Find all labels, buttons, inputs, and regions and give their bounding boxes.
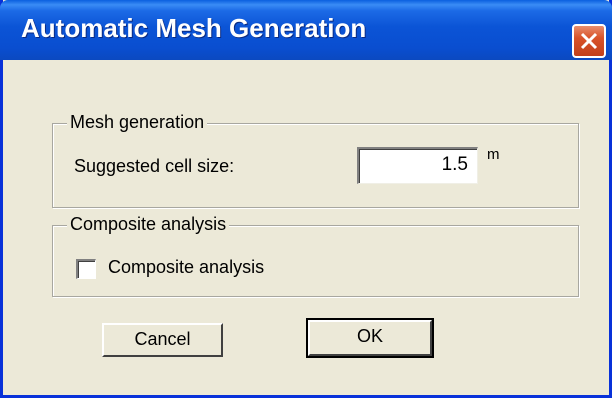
ok-button[interactable]: OK <box>306 318 434 358</box>
mesh-generation-legend: Mesh generation <box>67 112 208 133</box>
cancel-button-label: Cancel <box>134 329 191 349</box>
cell-size-input[interactable]: 1.5 <box>357 147 478 184</box>
title-bar[interactable]: Automatic Mesh Generation <box>0 0 612 60</box>
cell-size-unit: m <box>487 146 500 163</box>
close-icon <box>580 32 598 50</box>
close-button[interactable] <box>572 24 606 58</box>
cancel-button[interactable]: Cancel <box>102 323 223 357</box>
ok-button-label: OK <box>356 326 383 346</box>
composite-analysis-checkbox[interactable] <box>76 259 96 279</box>
composite-analysis-legend: Composite analysis <box>67 214 230 235</box>
cell-size-label: Suggested cell size: <box>74 156 235 176</box>
window-title: Automatic Mesh Generation <box>21 13 367 43</box>
dialog-window: Automatic Mesh Generation Mesh generatio… <box>0 0 612 398</box>
composite-analysis-checkbox-label[interactable]: Composite analysis <box>108 257 264 278</box>
